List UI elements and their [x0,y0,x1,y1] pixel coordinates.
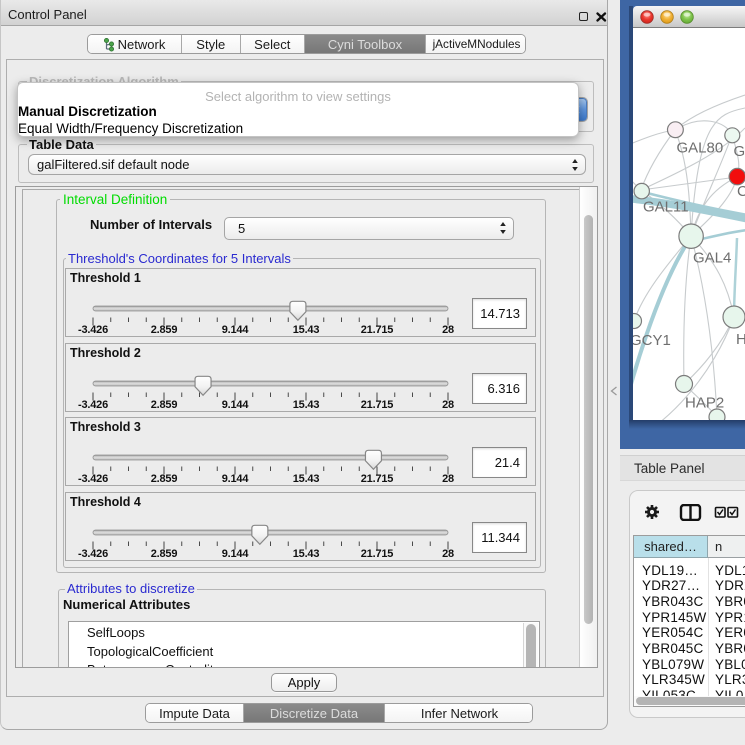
svg-text:GAL80: GAL80 [677,140,724,157]
svg-text:HAP2: HAP2 [685,395,724,412]
svg-text:GAL4: GAL4 [693,250,731,267]
svg-text:GA: GA [734,143,745,160]
svg-text:HA: HA [736,331,745,348]
svg-text:GAL11: GAL11 [643,199,689,216]
svg-text:GCY1: GCY1 [630,332,671,349]
svg-text:C: C [737,183,745,200]
